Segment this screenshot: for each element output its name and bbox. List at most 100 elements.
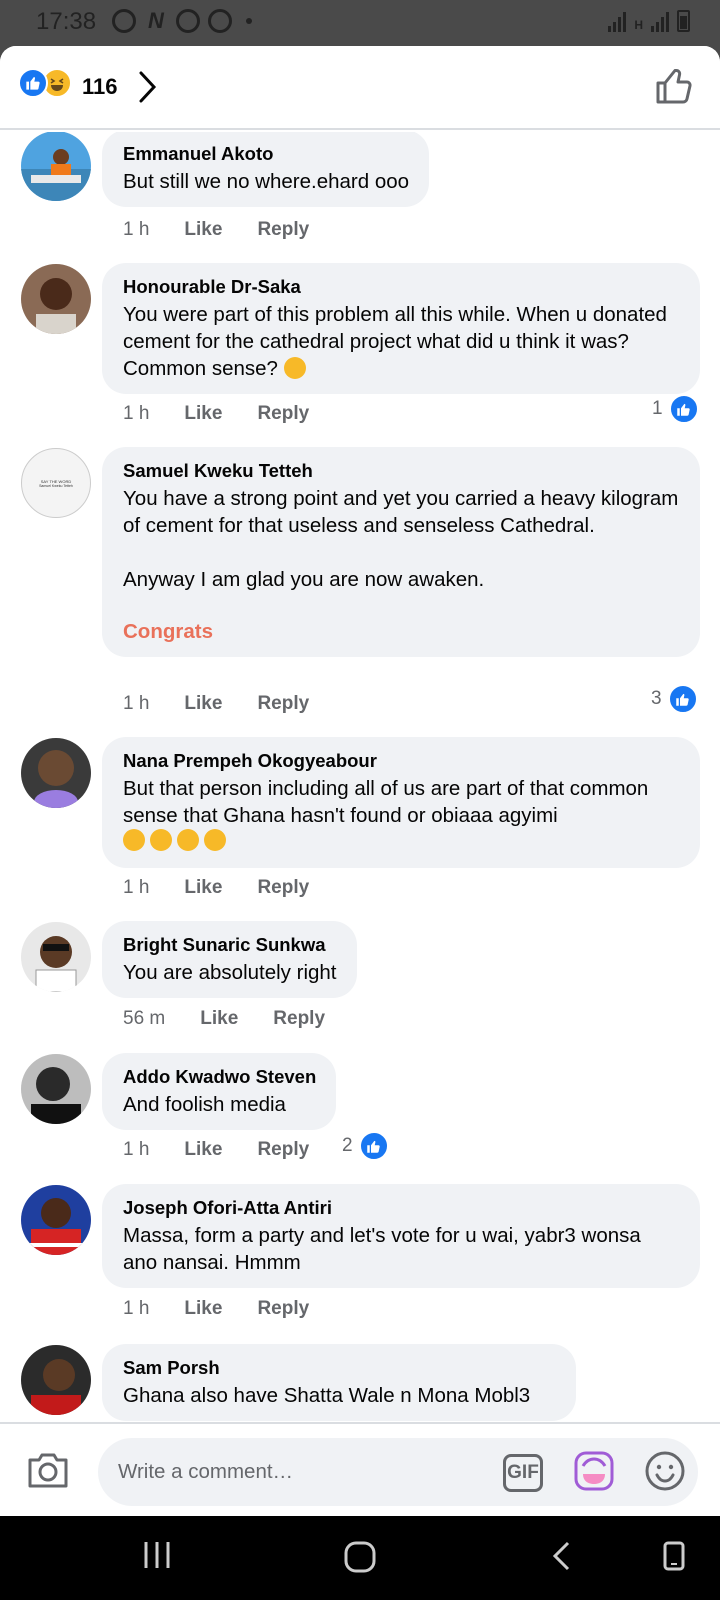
comment-text: You are absolutely right [123, 961, 337, 984]
comment-bubble[interactable]: Emmanuel Akoto But still we no where.eha… [102, 132, 430, 207]
comment-text: And foolish media [123, 1093, 286, 1116]
comment-actions: 1 h Like Reply [123, 403, 309, 425]
rofl-emoji-icon [177, 829, 199, 851]
comment-bubble[interactable]: Samuel Kweku Tetteh You have a strong po… [102, 447, 700, 657]
like-button[interactable]: Like [200, 1008, 238, 1030]
comment-time[interactable]: 56 m [123, 1008, 165, 1030]
recent-apps-icon[interactable] [143, 1540, 171, 1575]
like-icon [18, 68, 48, 98]
comment-time[interactable]: 1 h [123, 693, 149, 715]
reaction-summary[interactable]: 2 [342, 1131, 389, 1161]
battery-icon [677, 10, 690, 32]
rolling-eyes-emoji-icon [283, 357, 306, 379]
like-button[interactable]: Like [184, 693, 222, 715]
like-button[interactable]: Like [184, 877, 222, 899]
reaction-summary-count: 3 [651, 688, 662, 709]
reply-button[interactable]: Reply [257, 1139, 309, 1161]
comment-bubble[interactable]: Addo Kwadwo Steven And foolish media [102, 1053, 337, 1130]
like-outline-icon[interactable] [654, 66, 694, 111]
comment-author[interactable]: Addo Kwadwo Steven [123, 1065, 316, 1089]
comment-time[interactable]: 1 h [123, 403, 149, 425]
reaction-summary-count: 2 [342, 1135, 353, 1156]
comment-time[interactable]: 1 h [123, 877, 149, 899]
comment-author[interactable]: Nana Prempeh Okogyeabour [123, 749, 680, 773]
reaction-summary[interactable]: 3 [651, 684, 698, 714]
comment-actions: 1 h Like Reply [123, 1298, 309, 1320]
reply-button[interactable]: Reply [273, 1008, 325, 1030]
comment-bubble[interactable]: Nana Prempeh Okogyeabour But that person… [102, 737, 700, 868]
status-time: 17:38 [36, 8, 97, 35]
rofl-emoji-icon [123, 829, 145, 851]
keyboard-toggle-icon[interactable] [662, 1540, 686, 1577]
comment-author[interactable]: Samuel Kweku Tetteh [123, 459, 680, 483]
comment-bubble[interactable]: Joseph Ofori-Atta Antiri Massa, form a p… [102, 1184, 700, 1288]
comment-actions: 1 h Like Reply [123, 877, 309, 899]
laughing-emoji-row [123, 829, 680, 856]
comment-author[interactable]: Sam Porsh [123, 1356, 556, 1380]
system-icons: H [608, 10, 690, 32]
chrome-icon [176, 9, 200, 33]
chevron-right-icon[interactable] [138, 70, 158, 109]
signal-icon [608, 10, 627, 32]
like-button[interactable]: Like [184, 1298, 222, 1320]
comment-actions: 56 m Like Reply [123, 1008, 325, 1030]
notification-icons: N [112, 9, 252, 33]
like-icon [668, 394, 699, 424]
reply-button[interactable]: Reply [257, 693, 309, 715]
reaction-count[interactable]: 116 [82, 74, 118, 100]
emoji-icon[interactable] [644, 1450, 686, 1497]
reply-button[interactable]: Reply [257, 403, 309, 425]
avatar[interactable] [21, 922, 91, 992]
like-button[interactable]: Like [184, 1139, 222, 1161]
avatar[interactable] [21, 1054, 91, 1124]
home-icon[interactable] [343, 1540, 377, 1579]
reply-button[interactable]: Reply [257, 219, 309, 241]
reply-button[interactable]: Reply [257, 1298, 309, 1320]
status-bar: 17:38 N H [0, 0, 720, 46]
comment-bubble[interactable]: Bright Sunaric Sunkwa You are absolutely… [102, 921, 357, 998]
avatar[interactable] [21, 738, 91, 808]
avatar-sticker-icon[interactable] [573, 1450, 615, 1497]
reaction-icons[interactable] [18, 68, 72, 98]
chrome-icon [208, 9, 232, 33]
comment-time[interactable]: 1 h [123, 1298, 149, 1320]
like-button[interactable]: Like [184, 219, 222, 241]
reaction-summary[interactable]: 1 [652, 394, 699, 424]
comment-text: You were part of this problem all this w… [123, 303, 667, 380]
comment-text: Massa, form a party and let's vote for u… [123, 1224, 641, 1274]
signal-icon [651, 10, 669, 32]
back-icon[interactable] [550, 1540, 572, 1577]
congrats-link[interactable]: Congrats [123, 618, 680, 645]
comment-bubble[interactable]: Sam Porsh Ghana also have Shatta Wale n … [102, 1344, 576, 1421]
avatar-text-line: Samuel Kweku Tetteh [39, 484, 73, 488]
comment-time[interactable]: 1 h [123, 219, 149, 241]
avatar[interactable] [21, 1345, 91, 1415]
avatar[interactable] [21, 264, 91, 334]
whatsapp-icon [112, 9, 136, 33]
comments-list: Emmanuel Akoto But still we no where.eha… [0, 132, 720, 1468]
comment-actions: 1 h Like Reply [123, 693, 309, 715]
comment-author[interactable]: Honourable Dr-Saka [123, 275, 680, 299]
comment-author[interactable]: Emmanuel Akoto [123, 142, 409, 166]
like-icon [667, 684, 698, 714]
comment-time[interactable]: 1 h [123, 1139, 149, 1161]
like-icon [358, 1131, 389, 1161]
n-app-icon: N [148, 8, 164, 33]
comment-bubble[interactable]: Honourable Dr-Saka You were part of this… [102, 263, 700, 394]
avatar[interactable] [21, 1185, 91, 1255]
camera-icon[interactable] [26, 1450, 70, 1495]
comment-author[interactable]: Bright Sunaric Sunkwa [123, 933, 337, 957]
like-button[interactable]: Like [184, 403, 222, 425]
more-notifications-dot [246, 18, 252, 24]
gif-button[interactable]: GIF [503, 1454, 543, 1492]
rofl-emoji-icon [150, 829, 172, 851]
comment-author[interactable]: Joseph Ofori-Atta Antiri [123, 1196, 680, 1220]
network-type-label: H [634, 18, 643, 32]
avatar[interactable] [21, 132, 91, 201]
comment-actions: 1 h Like Reply [123, 219, 309, 241]
avatar[interactable]: SAY THE WORD Samuel Kweku Tetteh [21, 448, 91, 518]
reply-button[interactable]: Reply [257, 877, 309, 899]
comment-text: But that person including all of us are … [123, 777, 649, 827]
comments-sheet: 116 Emmanuel Akoto But still we no where… [0, 46, 720, 1516]
comment-composer: GIF [0, 1422, 720, 1516]
